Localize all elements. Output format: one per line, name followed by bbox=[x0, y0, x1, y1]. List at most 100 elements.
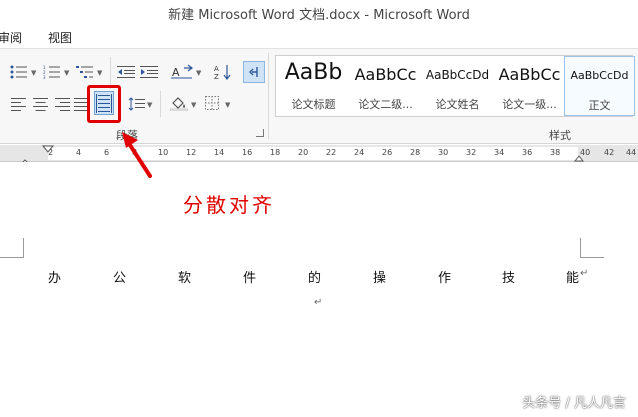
ruler-number: 28 bbox=[410, 148, 421, 157]
document-char: 软 bbox=[178, 271, 192, 286]
sort-icon: AZ bbox=[214, 65, 231, 80]
ruler-number: 6 bbox=[104, 148, 110, 157]
multilevel-list-icon bbox=[76, 66, 93, 78]
line-spacing-dropdown-icon[interactable]: ▼ bbox=[147, 101, 152, 109]
ruler-number: 20 bbox=[298, 148, 309, 157]
align-right-button[interactable] bbox=[52, 95, 72, 113]
ruler-number: 42 bbox=[604, 148, 615, 157]
style-name: 论文姓名 bbox=[435, 98, 480, 111]
document-area[interactable] bbox=[0, 162, 638, 417]
divider bbox=[160, 91, 161, 117]
borders-dropdown-icon[interactable]: ▼ bbox=[225, 101, 230, 109]
paragraph-dialog-launcher-icon[interactable] bbox=[256, 129, 264, 137]
document-char: 操 bbox=[373, 271, 387, 286]
ruler-number: 36 bbox=[522, 148, 533, 157]
chinese-layout-button[interactable]: A bbox=[168, 62, 196, 82]
styles-group-label: 样式 bbox=[549, 129, 571, 142]
multilevel-list-button[interactable] bbox=[74, 63, 96, 81]
crop-mark bbox=[0, 238, 24, 258]
sort-button[interactable]: AZ bbox=[212, 62, 234, 82]
style-sample: AaBbCc bbox=[498, 65, 561, 84]
increase-indent-button[interactable] bbox=[139, 63, 159, 81]
document-char: 办 bbox=[48, 271, 62, 286]
align-center-icon bbox=[32, 97, 48, 111]
numbering-dropdown-icon[interactable]: ▼ bbox=[64, 69, 69, 77]
ruler-number: 30 bbox=[438, 148, 449, 157]
shading-dropdown-icon[interactable]: ▼ bbox=[191, 101, 196, 109]
justify-icon bbox=[74, 97, 88, 111]
style-tile-selected[interactable]: AaBbCcDd 正文 bbox=[564, 56, 635, 116]
style-name: 论文二级... bbox=[358, 98, 413, 111]
tab-view[interactable]: 视图 bbox=[48, 29, 72, 46]
borders-icon bbox=[205, 96, 219, 110]
ruler-number: 14 bbox=[214, 148, 225, 157]
first-line-indent-marker-icon[interactable] bbox=[42, 145, 54, 153]
style-sample: AaBbCcDd bbox=[425, 68, 490, 82]
watermark: 头条号 / 凡人凡言 bbox=[522, 396, 626, 411]
bullets-dropdown-icon[interactable]: ▼ bbox=[31, 69, 36, 77]
decrease-indent-button[interactable] bbox=[116, 63, 136, 81]
style-tile[interactable]: AaBb 论文标题 bbox=[278, 56, 349, 116]
text-direction-icon: A bbox=[171, 64, 193, 79]
paint-bucket-icon bbox=[170, 97, 188, 111]
ruler-number: 44 bbox=[626, 148, 637, 157]
style-sample: AaBbCcDd bbox=[570, 69, 629, 82]
ruler-number: 32 bbox=[466, 148, 477, 157]
svg-text:Z: Z bbox=[214, 73, 219, 80]
ruler-number: 26 bbox=[382, 148, 393, 157]
red-arrow-icon bbox=[122, 132, 152, 178]
style-tile[interactable]: AaBbCcDd 论文姓名 bbox=[422, 56, 493, 116]
numbering-button[interactable]: 123 bbox=[41, 63, 63, 81]
style-name: 论文标题 bbox=[291, 98, 336, 111]
window-title: 新建 Microsoft Word 文档.docx - Microsoft Wo… bbox=[168, 8, 470, 23]
tab-review[interactable]: 审阅 bbox=[0, 29, 22, 46]
ruler-number: 24 bbox=[354, 148, 365, 157]
annotation-text: 分散对齐 bbox=[183, 193, 275, 217]
paragraph-mark: ↵ bbox=[314, 297, 323, 308]
multilevel-dropdown-icon[interactable]: ▼ bbox=[97, 69, 102, 77]
menu-bar: 审阅 视图 bbox=[0, 26, 638, 46]
ruler-number: 34 bbox=[494, 148, 505, 157]
right-indent-marker-icon[interactable] bbox=[574, 155, 584, 162]
crop-mark bbox=[580, 238, 604, 258]
pilcrow-icon bbox=[249, 67, 258, 77]
style-name: 论文一级... bbox=[502, 98, 557, 111]
ruler-number: 16 bbox=[242, 148, 253, 157]
line-spacing-button[interactable] bbox=[126, 95, 146, 113]
decrease-indent-icon bbox=[117, 66, 135, 78]
ruler-number: 22 bbox=[326, 148, 337, 157]
numbering-icon: 123 bbox=[43, 65, 60, 79]
style-tile[interactable]: AaBbCc 论文二级... bbox=[350, 56, 421, 116]
highlight-box bbox=[87, 85, 121, 123]
align-center-button[interactable] bbox=[30, 95, 50, 113]
show-formatting-button[interactable] bbox=[243, 61, 265, 83]
ruler-number: 38 bbox=[550, 148, 561, 157]
ruler-number: 18 bbox=[270, 148, 281, 157]
styles-gallery: AaBb 论文标题 AaBbCc 论文二级... AaBbCcDd 论文姓名 A… bbox=[275, 55, 635, 117]
align-right-icon bbox=[54, 97, 70, 111]
borders-button[interactable] bbox=[201, 94, 223, 112]
horizontal-ruler[interactable]: 2 4 6 8 10 12 14 16 18 20 22 24 26 28 30… bbox=[0, 145, 638, 162]
title-bar: 新建 Microsoft Word 文档.docx - Microsoft Wo… bbox=[0, 0, 638, 26]
style-sample: AaBb bbox=[284, 60, 343, 85]
document-char: 能 bbox=[566, 271, 580, 286]
document-char: 的 bbox=[308, 271, 322, 286]
ruler-number: 12 bbox=[186, 148, 197, 157]
paragraph-mark: ↵ bbox=[580, 268, 589, 279]
chinese-layout-dropdown-icon[interactable]: ▼ bbox=[196, 69, 201, 77]
shading-button[interactable] bbox=[168, 93, 190, 113]
align-left-button[interactable] bbox=[8, 95, 28, 113]
svg-text:3: 3 bbox=[43, 75, 46, 79]
style-sample: AaBbCc bbox=[354, 65, 417, 84]
bullets-button[interactable] bbox=[8, 63, 30, 81]
document-char: 件 bbox=[243, 271, 257, 286]
style-tile[interactable]: AaBbCc 论文一级... bbox=[494, 56, 565, 116]
ruler-number: 10 bbox=[158, 148, 169, 157]
svg-text:A: A bbox=[214, 65, 219, 73]
bullets-icon bbox=[10, 65, 27, 79]
line-spacing-icon bbox=[128, 97, 145, 111]
group-divider bbox=[268, 53, 269, 139]
align-left-icon bbox=[10, 97, 26, 111]
ruler-number: 4 bbox=[76, 148, 82, 157]
document-char: 公 bbox=[113, 271, 127, 286]
